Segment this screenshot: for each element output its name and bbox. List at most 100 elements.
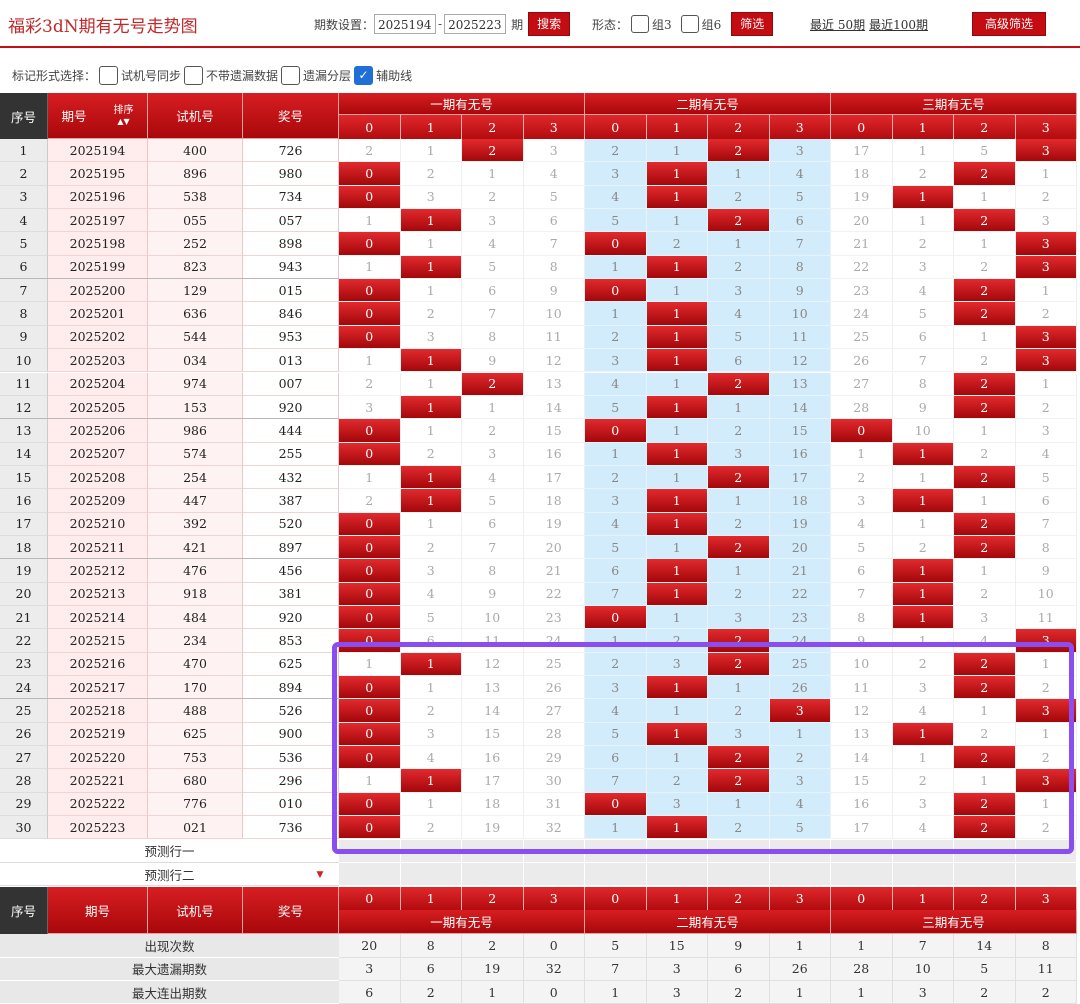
advanced-filter-button[interactable]: 高级筛选	[972, 12, 1047, 36]
period-to-input[interactable]: 2025223	[444, 14, 507, 34]
predict-row-2[interactable]: 预测行二	[0, 862, 339, 887]
missing-cell: 6	[831, 559, 893, 583]
header-digit: 2	[708, 115, 770, 139]
hit-cell: 1	[646, 325, 708, 350]
predict-cell[interactable]	[585, 839, 647, 863]
predict-cell[interactable]	[1015, 862, 1077, 887]
missing-cell: 6	[585, 559, 647, 583]
predict-cell[interactable]	[523, 862, 585, 887]
footer-digit: 1	[646, 887, 708, 911]
predict-cell[interactable]	[954, 862, 1016, 887]
predict-cell[interactable]	[646, 839, 708, 863]
predict-cell[interactable]	[462, 862, 524, 887]
missing-cell: 3	[339, 395, 401, 420]
sync-test-checkbox[interactable]	[99, 65, 119, 85]
missing-cell: 4	[892, 816, 954, 840]
missing-cell: 5	[769, 185, 831, 210]
predict-cell[interactable]	[954, 839, 1016, 863]
missing-cell: 8	[462, 325, 524, 350]
hit-cell: 1	[646, 442, 708, 466]
stat-label: 出现次数	[0, 934, 339, 958]
predict-cell[interactable]	[523, 839, 585, 863]
row-award-number: 894	[243, 676, 339, 700]
missing-layer-checkbox[interactable]	[281, 65, 301, 85]
missing-cell: 1	[339, 465, 401, 490]
missing-cell: 2	[708, 185, 770, 210]
missing-cell: 15	[831, 769, 893, 793]
predict-cell[interactable]	[646, 862, 708, 887]
missing-cell: 4	[585, 512, 647, 536]
missing-cell: 9	[1015, 559, 1077, 583]
predict-cell[interactable]	[400, 839, 462, 863]
hit-cell: 3	[1015, 255, 1077, 280]
hit-cell: 1	[892, 606, 954, 630]
missing-cell: 1	[892, 139, 954, 163]
predict-cell[interactable]	[400, 862, 462, 887]
row-seq: 1	[0, 139, 48, 163]
row-award-number: 897	[243, 535, 339, 560]
no-missing-checkbox[interactable]	[184, 65, 204, 85]
group6-checkbox[interactable]	[680, 15, 699, 33]
row-award-number: 846	[243, 302, 339, 326]
predict-cell[interactable]	[708, 839, 770, 863]
recent-100-link[interactable]: 最近100期	[869, 16, 928, 33]
predict-cell[interactable]	[831, 839, 893, 863]
search-button[interactable]: 搜索	[528, 12, 571, 36]
sort-button[interactable]: 排序 ▲▼	[113, 105, 133, 127]
row-test-number: 129	[148, 279, 243, 303]
hit-cell: 0	[831, 419, 893, 443]
predict-cell[interactable]	[462, 839, 524, 863]
row-period: 2025214	[48, 606, 148, 630]
period-from-input[interactable]: 2025194	[374, 14, 437, 34]
predict-cell[interactable]	[1015, 839, 1077, 863]
header-digit: 1	[646, 115, 708, 139]
predict-cell[interactable]	[585, 862, 647, 887]
stat-value: 3	[339, 957, 401, 981]
header-digit: 1	[892, 115, 954, 139]
row-seq: 11	[0, 372, 48, 396]
group3-checkbox[interactable]	[631, 15, 650, 33]
arrow-down-icon[interactable]: ▼	[310, 863, 330, 886]
row-seq: 23	[0, 652, 48, 677]
missing-cell: 2	[708, 816, 770, 840]
hit-cell: 2	[708, 372, 770, 396]
header-period[interactable]: 期号 排序 ▲▼	[48, 93, 148, 139]
missing-cell: 16	[831, 792, 893, 817]
row-seq: 27	[0, 746, 48, 770]
row-test-number: 153	[148, 395, 243, 420]
missing-cell: 23	[769, 606, 831, 630]
row-test-number: 574	[148, 442, 243, 466]
row-test-number: 170	[148, 676, 243, 700]
recent-50-link[interactable]: 最近 50期	[810, 16, 865, 33]
missing-cell: 4	[1015, 442, 1077, 466]
missing-cell: 2	[462, 419, 524, 443]
sort-label: 排序	[113, 104, 134, 116]
missing-cell: 3	[400, 325, 462, 350]
row-period: 2025207	[48, 442, 148, 466]
row-seq: 24	[0, 676, 48, 700]
row-test-number: 625	[148, 722, 243, 747]
predict-cell[interactable]	[831, 862, 893, 887]
predict-cell[interactable]	[708, 862, 770, 887]
filter-button[interactable]: 筛选	[731, 12, 774, 36]
missing-cell: 26	[523, 676, 585, 700]
row-period: 2025222	[48, 792, 148, 817]
row-award-number: 456	[243, 559, 339, 583]
missing-cell: 3	[708, 279, 770, 303]
stat-value: 9	[708, 934, 770, 958]
predict-cell[interactable]	[339, 862, 401, 887]
predict-row-1[interactable]: 预测行一	[0, 839, 339, 863]
predict-cell[interactable]	[769, 862, 831, 887]
predict-cell[interactable]	[892, 862, 954, 887]
stat-value: 3	[646, 980, 708, 1004]
row-test-number: 476	[148, 559, 243, 583]
row-test-number: 636	[148, 302, 243, 326]
missing-cell: 1	[892, 209, 954, 233]
top-bar: 福彩3dN期有无号走势图 期数设置： 2025194 - 2025223 期 搜…	[0, 0, 1080, 48]
row-seq: 3	[0, 185, 48, 210]
predict-cell[interactable]	[769, 839, 831, 863]
predict-cell[interactable]	[892, 839, 954, 863]
guide-line-checkbox[interactable]: ✓	[354, 65, 374, 85]
hit-cell: 1	[892, 559, 954, 583]
predict-cell[interactable]	[339, 839, 401, 863]
